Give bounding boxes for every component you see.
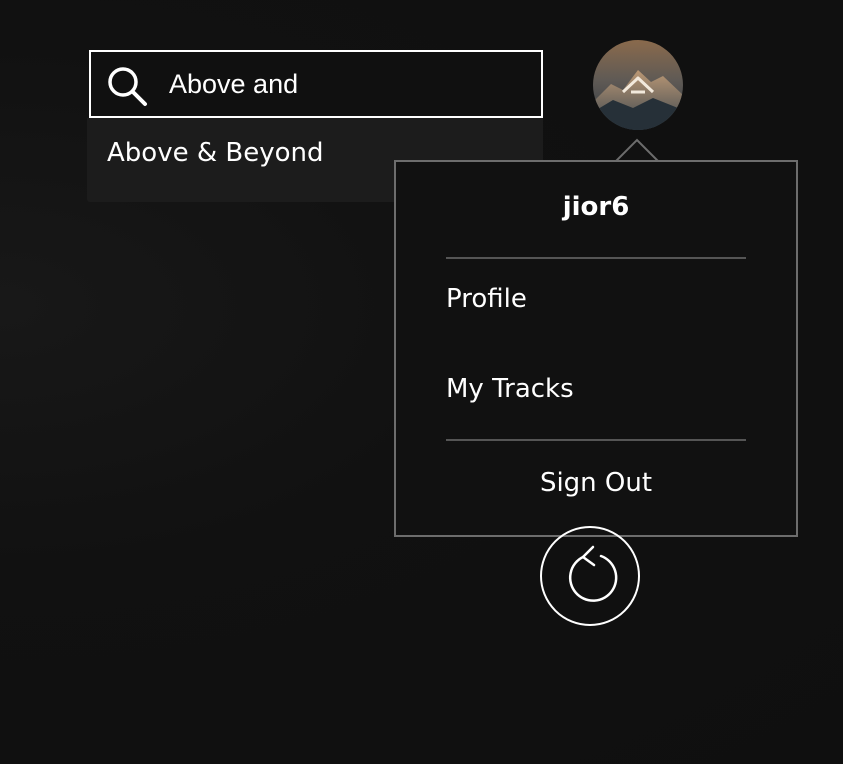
user-avatar[interactable] (593, 40, 683, 130)
menu-divider (446, 439, 746, 441)
avatar-logo-icon (593, 40, 683, 130)
suggestion-item[interactable]: Above & Beyond (107, 138, 324, 168)
refresh-button[interactable] (539, 525, 641, 627)
menu-item-profile[interactable]: Profile (446, 284, 527, 314)
user-menu: jior6 Profile My Tracks Sign Out (394, 160, 798, 537)
menu-username: jior6 (562, 192, 630, 222)
menu-item-my-tracks[interactable]: My Tracks (446, 374, 574, 404)
sign-out-button[interactable]: Sign Out (396, 468, 796, 498)
menu-divider (446, 257, 746, 259)
search-input[interactable] (169, 52, 529, 116)
page: Above & Beyond (0, 0, 843, 764)
search-icon (108, 67, 147, 106)
search-box[interactable] (89, 50, 543, 118)
refresh-icon (569, 545, 618, 602)
